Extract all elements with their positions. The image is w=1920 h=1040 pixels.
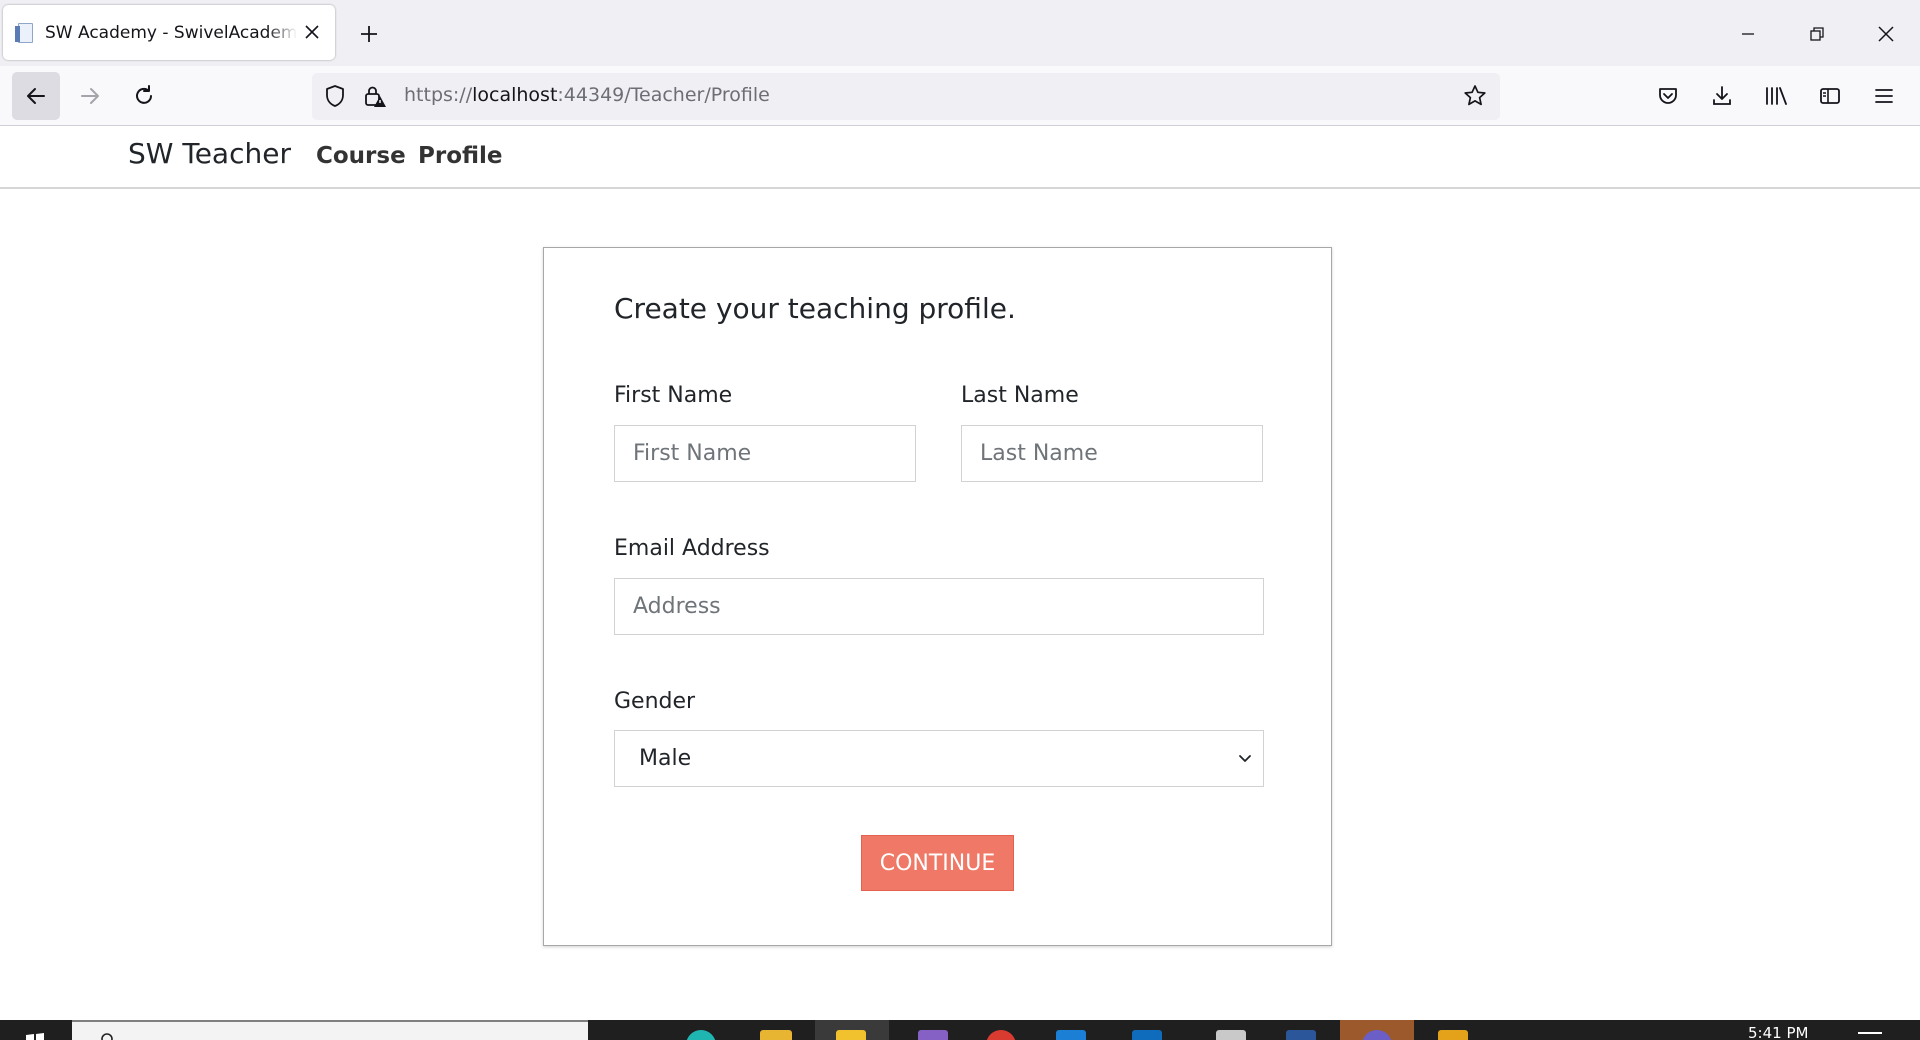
form-title: Create your teaching profile. <box>614 292 1016 325</box>
gender-select-value: Male <box>639 746 692 771</box>
tracking-shield-icon[interactable] <box>322 83 348 113</box>
close-window-icon[interactable] <box>1866 14 1906 54</box>
minimize-window-icon[interactable] <box>1728 14 1768 54</box>
nav-link-profile[interactable]: Profile <box>418 143 503 169</box>
continue-button[interactable]: CONTINUE <box>861 835 1014 891</box>
email-label: Email Address <box>614 536 770 561</box>
pocket-icon[interactable] <box>1644 72 1692 120</box>
insecure-lock-icon[interactable] <box>362 83 388 113</box>
last-name-label: Last Name <box>961 383 1079 408</box>
red-app-icon[interactable] <box>986 1030 1016 1040</box>
first-name-label: First Name <box>614 383 733 408</box>
notification-icon[interactable] <box>1858 1032 1882 1034</box>
file-explorer-icon[interactable] <box>760 1030 792 1040</box>
last-name-input[interactable] <box>961 425 1263 482</box>
document-app-icon[interactable] <box>1216 1030 1246 1040</box>
profile-form-card: Create your teaching profile. First Name… <box>543 247 1332 946</box>
email-input[interactable] <box>614 578 1264 635</box>
blue-app-icon[interactable] <box>1056 1030 1086 1040</box>
visual-studio-icon[interactable] <box>918 1030 948 1040</box>
downloads-icon[interactable] <box>1698 72 1746 120</box>
first-name-input[interactable] <box>614 425 916 482</box>
site-navbar: SW Teacher Course Profile <box>0 127 1920 189</box>
url-bar[interactable]: https://localhost:44349/Teacher/Profile <box>312 73 1500 120</box>
folder-app-icon[interactable] <box>1438 1030 1468 1040</box>
close-tab-icon[interactable] <box>301 21 323 43</box>
start-icon[interactable] <box>24 1028 46 1040</box>
site-brand[interactable]: SW Teacher <box>128 137 291 170</box>
gender-select[interactable]: Male <box>614 730 1264 787</box>
gender-label: Gender <box>614 689 696 714</box>
tab-title: SW Academy - SwivelAcademyWeb <box>45 22 297 43</box>
new-tab-icon[interactable] <box>352 17 386 51</box>
azure-app-icon[interactable] <box>1132 1030 1162 1040</box>
search-icon <box>101 1033 113 1040</box>
reload-icon[interactable] <box>120 72 168 120</box>
back-icon[interactable] <box>12 72 60 120</box>
taskbar: 5:41 PM <box>0 1020 1920 1040</box>
nav-link-course[interactable]: Course <box>316 143 406 169</box>
sticky-app-icon[interactable] <box>836 1030 866 1040</box>
chevron-down-icon <box>1235 749 1255 769</box>
taskbar-search[interactable] <box>72 1020 588 1040</box>
forward-icon[interactable] <box>66 72 114 120</box>
browser-tab[interactable]: SW Academy - SwivelAcademyWeb <box>3 5 335 60</box>
restore-window-icon[interactable] <box>1797 14 1837 54</box>
app-menu-icon[interactable] <box>1860 72 1908 120</box>
tab-strip: SW Academy - SwivelAcademyWeb <box>0 0 1920 66</box>
word-icon[interactable] <box>1286 1030 1316 1040</box>
bookmark-star-icon[interactable] <box>1462 83 1488 113</box>
taskbar-clock[interactable]: 5:41 PM <box>1748 1024 1808 1040</box>
browser-toolbar: https://localhost:44349/Teacher/Profile <box>0 66 1920 126</box>
url-text: https://localhost:44349/Teacher/Profile <box>404 84 770 106</box>
page-favicon-icon <box>15 22 35 44</box>
sidebar-icon[interactable] <box>1806 72 1854 120</box>
library-icon[interactable] <box>1752 72 1800 120</box>
edge-icon[interactable] <box>686 1030 716 1040</box>
